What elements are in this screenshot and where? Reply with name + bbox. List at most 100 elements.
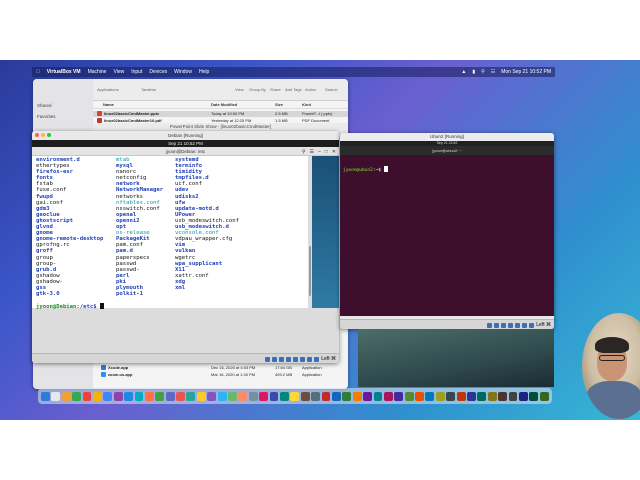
battery-icon[interactable]: ▮ [472, 69, 475, 75]
file-row[interactable]: linux02basicCmdMaster.pptx Today at 10:5… [93, 111, 348, 117]
dock-app-icon[interactable] [435, 391, 445, 401]
audio-icon[interactable] [279, 356, 285, 362]
menu-machine[interactable]: Machine [88, 69, 107, 75]
dock-app-icon[interactable] [321, 391, 331, 401]
dock-app-icon[interactable] [331, 391, 341, 401]
col-kind[interactable]: Kind [302, 102, 311, 107]
dock-app-icon[interactable] [342, 391, 352, 401]
ubuntu-clock[interactable]: Sep 21 22:52 [437, 141, 458, 145]
dock-app-icon[interactable] [144, 391, 154, 401]
toolbar-search[interactable]: Search [325, 87, 338, 92]
ubuntu-terminal[interactable]: jyoon@ubun2: ~ jyoon@ubun2:~$ [340, 146, 554, 316]
dock-app-icon[interactable] [529, 391, 539, 401]
usb-icon[interactable] [515, 322, 521, 328]
shell-prompt[interactable]: jyoon@ubun2:~$ [343, 166, 388, 173]
wifi-icon[interactable]: ▲ [461, 69, 466, 75]
dock-app-icon[interactable] [155, 391, 165, 401]
dock-app-icon[interactable] [352, 391, 362, 401]
dock-app-icon[interactable] [363, 391, 372, 401]
menu-app-name[interactable]: VirtualBox VM [47, 69, 81, 75]
dock-app-icon[interactable] [113, 391, 123, 401]
dock-app-icon[interactable] [518, 391, 528, 401]
dock-app-icon[interactable] [124, 391, 134, 401]
dock-app-icon[interactable] [394, 391, 404, 401]
toolbar-action[interactable]: Action [305, 87, 316, 92]
scrollbar-thumb[interactable] [309, 246, 311, 296]
usb-icon[interactable] [293, 356, 299, 362]
hdd-icon[interactable] [265, 356, 271, 362]
dock-app-icon[interactable] [92, 391, 102, 401]
tab-tamtime[interactable]: Tamtime [141, 87, 156, 92]
optical-icon[interactable] [272, 356, 278, 362]
dock-app-icon[interactable] [311, 391, 321, 401]
dock-app-icon[interactable] [103, 391, 113, 401]
dock-app-icon[interactable] [456, 391, 466, 401]
dock-app-icon[interactable] [373, 391, 383, 401]
dock-app-icon[interactable] [51, 391, 61, 401]
minimize-icon[interactable] [41, 133, 45, 137]
menu-input[interactable]: Input [131, 69, 142, 75]
recording-icon[interactable] [314, 356, 320, 362]
hdd-icon[interactable] [487, 322, 493, 328]
dock-app-icon[interactable] [425, 391, 435, 401]
col-size[interactable]: Size [275, 102, 283, 107]
sidebar-item-shared[interactable]: Shared [37, 103, 89, 108]
optical-icon[interactable] [494, 322, 500, 328]
toolbar-add-tags[interactable]: Add Tags [285, 87, 302, 92]
dock-app-icon[interactable] [41, 391, 50, 401]
dock-app-icon[interactable] [134, 391, 144, 401]
zoom-icon[interactable] [47, 133, 51, 137]
control-center-icon[interactable]: ☷ [491, 69, 495, 75]
dock-app-icon[interactable] [290, 391, 300, 401]
dock-app-icon[interactable] [186, 391, 196, 401]
network-icon[interactable] [286, 356, 292, 362]
file-row[interactable]: zoom.us.app Mar 16, 2020 at 1:30 PM 409.… [93, 372, 348, 378]
toolbar-share[interactable]: Share [270, 87, 281, 92]
dock-app-icon[interactable] [300, 391, 310, 401]
dock-app-icon[interactable] [415, 391, 424, 401]
vm-title-bar[interactable]: Ubun2 [Running] [340, 133, 554, 141]
menu-help[interactable]: Help [199, 69, 209, 75]
gnome-clock[interactable]: Sep 21 10:52 PM [168, 141, 203, 146]
dock-app-icon[interactable] [196, 391, 206, 401]
dock-app-icon[interactable] [487, 391, 497, 401]
dock-app-icon[interactable] [269, 391, 279, 401]
terminal-output[interactable]: environment.d ethertypes firefox-esr fonts f… [32, 156, 310, 310]
menu-devices[interactable]: Devices [149, 69, 167, 75]
dock-app-icon[interactable] [61, 391, 71, 401]
col-date[interactable]: Date Modified [211, 102, 237, 107]
dock-app-icon[interactable] [72, 391, 82, 401]
dock-app-icon[interactable] [467, 391, 476, 401]
toolbar-group-by[interactable]: Group By [249, 87, 266, 92]
toolbar-view[interactable]: View [235, 87, 244, 92]
tab-applications[interactable]: Applications [97, 87, 119, 92]
dock-app-icon[interactable] [165, 391, 175, 401]
display-icon[interactable] [529, 322, 535, 328]
network-icon[interactable] [508, 322, 514, 328]
dock-app-icon[interactable] [508, 391, 518, 401]
menu-view[interactable]: View [113, 69, 124, 75]
dock-app-icon[interactable] [539, 391, 549, 401]
dock-app-icon[interactable] [238, 391, 248, 401]
dock-app-icon[interactable] [207, 391, 217, 401]
dock-app-icon[interactable] [176, 391, 185, 401]
sidebar-item-favorites[interactable]: Favorites [37, 114, 89, 119]
shell-prompt[interactable]: jyoon@Debian:/etc$ [36, 303, 104, 310]
apple-icon[interactable]:  [36, 69, 40, 75]
vm-title-bar[interactable]: Debian [Running] [32, 131, 339, 140]
shared-folder-icon[interactable] [522, 322, 528, 328]
terminal-title-bar[interactable]: jyoon@ubun2: ~ [340, 146, 554, 155]
col-name[interactable]: Name [103, 102, 114, 107]
dock-app-icon[interactable] [446, 391, 456, 401]
dock-app-icon[interactable] [477, 391, 487, 401]
dock-app-icon[interactable] [404, 391, 414, 401]
close-icon[interactable] [35, 133, 39, 137]
menu-clock[interactable]: Mon Sep 21 10:52 PM [501, 69, 551, 75]
dock-app-icon[interactable] [217, 391, 227, 401]
dock-app-icon[interactable] [259, 391, 269, 401]
terminal-title-bar[interactable]: jyoon@Debian: /etc ⚲ ☰ – □ ✕ [32, 147, 339, 156]
shared-folder-icon[interactable] [300, 356, 306, 362]
powerpoint-title-bar[interactable]: PowerPoint Slide Show - [linux02basicCmd… [93, 123, 348, 131]
dock-app-icon[interactable] [248, 391, 258, 401]
dock-app-icon[interactable] [498, 391, 508, 401]
